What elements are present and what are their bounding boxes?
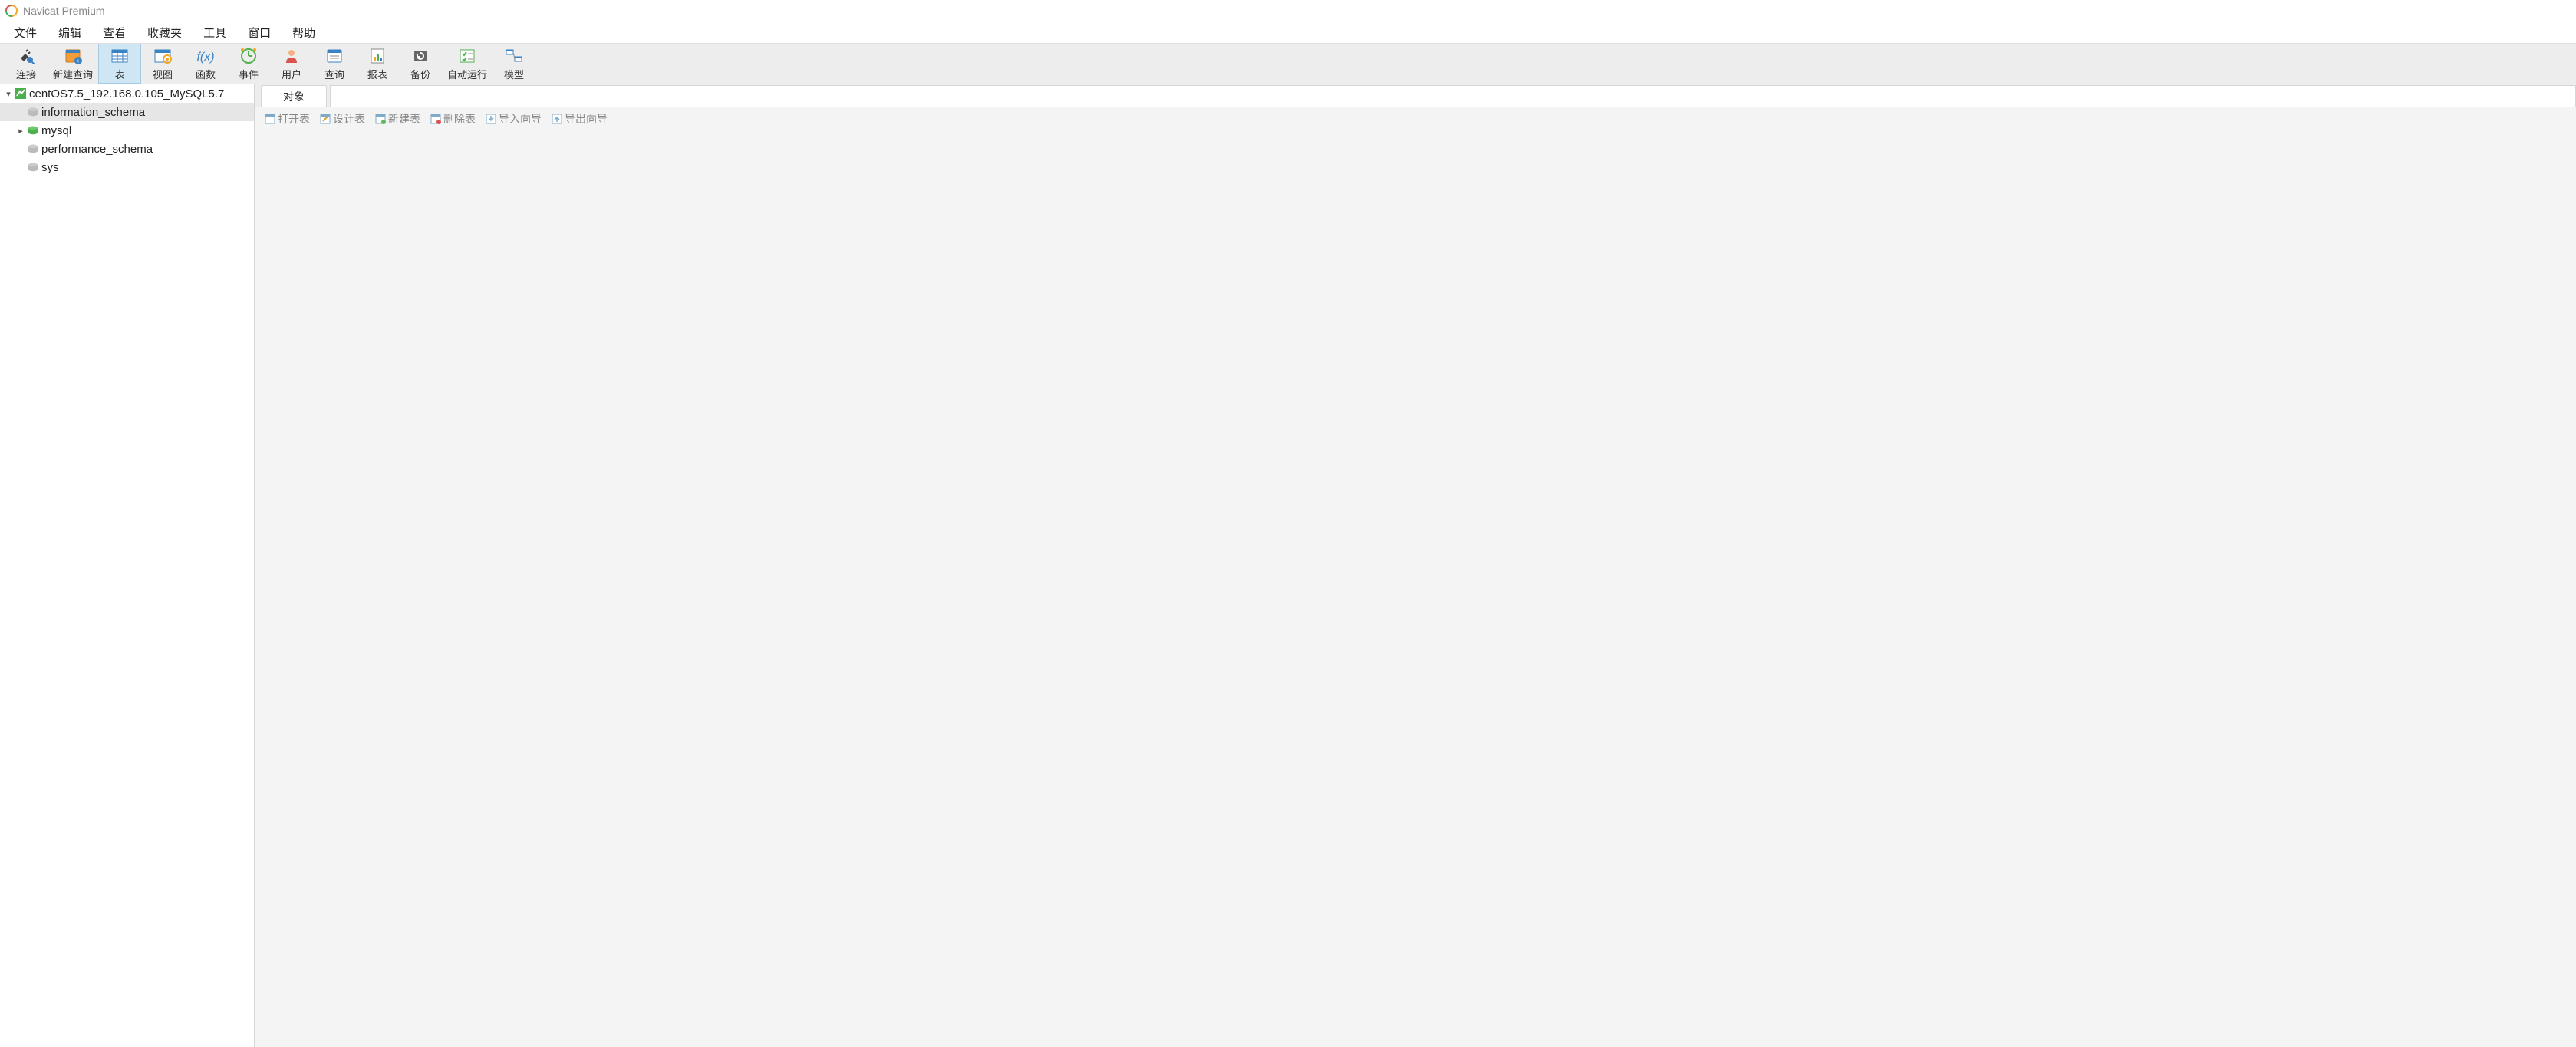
user-icon: [282, 46, 301, 65]
chevron-right-icon[interactable]: ▸: [15, 126, 26, 136]
delete-table-label: 删除表: [443, 111, 476, 127]
svg-text:+: +: [77, 58, 81, 64]
menu-bar: 文件 编辑 查看 收藏夹 工具 窗口 帮助: [0, 21, 2576, 43]
toolbar-report-label: 报表: [367, 67, 387, 81]
toolbar-event-label: 事件: [239, 67, 259, 81]
toolbar-newquery-label: 新建查询: [53, 67, 93, 81]
toolbar-user-button[interactable]: 用户: [270, 44, 313, 84]
delete-table-icon: [430, 113, 442, 125]
toolbar-connect-button[interactable]: 连接: [5, 44, 48, 84]
plug-icon: [16, 46, 36, 65]
app-title: Navicat Premium: [23, 5, 105, 17]
menu-edit[interactable]: 编辑: [48, 22, 92, 43]
connection-tree[interactable]: ▾ centOS7.5_192.168.0.105_MySQL5.7 infor…: [0, 84, 255, 1047]
toolbar-view-label: 视图: [153, 67, 173, 81]
design-table-label: 设计表: [333, 111, 365, 127]
toolbar-backup-label: 备份: [410, 67, 430, 81]
menu-file[interactable]: 文件: [3, 22, 48, 43]
toolbar-autorun-label: 自动运行: [447, 67, 487, 81]
menu-tools[interactable]: 工具: [193, 22, 237, 43]
tab-objects[interactable]: 对象: [261, 85, 327, 107]
tree-db-information-schema[interactable]: information_schema: [0, 103, 254, 121]
object-list-area[interactable]: [255, 130, 2576, 1047]
design-table-icon: [319, 113, 331, 125]
tree-db-mysql[interactable]: ▸ mysql: [0, 121, 254, 140]
database-icon: [26, 163, 40, 172]
export-icon: [551, 113, 563, 125]
new-table-label: 新建表: [388, 111, 420, 127]
toolbar-table-label: 表: [115, 67, 125, 81]
title-bar: Navicat Premium: [0, 0, 2576, 21]
tree-db-label: sys: [41, 161, 59, 174]
tab-filler: [330, 85, 2576, 107]
autorun-icon: [457, 46, 477, 65]
toolbar-table-button[interactable]: 表: [98, 44, 141, 84]
database-icon: [26, 107, 40, 117]
export-wizard-button[interactable]: 导出向导: [548, 110, 611, 128]
toolbar-event-button[interactable]: 事件: [227, 44, 270, 84]
tree-connection-node[interactable]: ▾ centOS7.5_192.168.0.105_MySQL5.7: [0, 84, 254, 103]
tree-connection-label: centOS7.5_192.168.0.105_MySQL5.7: [29, 87, 224, 100]
object-toolbar: 打开表 设计表 新建表 删除表 导入向导 导出向导: [255, 107, 2576, 130]
menu-help[interactable]: 帮助: [282, 22, 326, 43]
toolbar-model-button[interactable]: 模型: [492, 44, 535, 84]
toolbar-query-label: 查询: [324, 67, 344, 81]
toolbar-backup-button[interactable]: 备份: [399, 44, 442, 84]
toolbar-newquery-button[interactable]: + 新建查询: [48, 44, 98, 84]
delete-table-button[interactable]: 删除表: [427, 110, 479, 128]
menu-favorites[interactable]: 收藏夹: [137, 22, 193, 43]
query-icon: [324, 46, 344, 65]
export-wizard-label: 导出向导: [565, 111, 608, 127]
open-table-button[interactable]: 打开表: [261, 110, 313, 128]
new-table-button[interactable]: 新建表: [371, 110, 423, 128]
toolbar-user-label: 用户: [282, 67, 301, 81]
tree-db-label: performance_schema: [41, 143, 153, 156]
function-icon: f(x): [196, 46, 216, 65]
tree-db-label: mysql: [41, 124, 71, 137]
newquery-icon: +: [63, 46, 83, 65]
main-toolbar: 连接 + 新建查询 表: [0, 43, 2576, 84]
toolbar-report-button[interactable]: 报表: [356, 44, 399, 84]
clock-icon: [239, 46, 259, 65]
connection-icon: [14, 87, 28, 100]
toolbar-query-button[interactable]: 查询: [313, 44, 356, 84]
toolbar-view-button[interactable]: 视图: [141, 44, 184, 84]
content-pane: 对象 打开表 设计表 新建表 删除表 导入向导: [255, 84, 2576, 1047]
toolbar-function-label: 函数: [196, 67, 216, 81]
new-table-icon: [374, 113, 387, 125]
menu-view[interactable]: 查看: [92, 22, 137, 43]
model-icon: [504, 46, 524, 65]
open-table-icon: [264, 113, 276, 125]
toolbar-connect-label: 连接: [16, 67, 36, 81]
tree-db-sys[interactable]: sys: [0, 158, 254, 176]
tree-db-performance-schema[interactable]: performance_schema: [0, 140, 254, 158]
design-table-button[interactable]: 设计表: [316, 110, 368, 128]
menu-window[interactable]: 窗口: [237, 22, 282, 43]
import-wizard-button[interactable]: 导入向导: [482, 110, 545, 128]
toolbar-model-label: 模型: [504, 67, 524, 81]
app-icon: [5, 4, 18, 18]
report-icon: [367, 46, 387, 65]
svg-text:f(x): f(x): [196, 51, 214, 64]
backup-icon: [410, 46, 430, 65]
main-area: ▾ centOS7.5_192.168.0.105_MySQL5.7 infor…: [0, 84, 2576, 1047]
content-tab-strip: 对象: [255, 84, 2576, 107]
database-icon: [26, 126, 40, 135]
chevron-down-icon[interactable]: ▾: [3, 89, 14, 99]
toolbar-function-button[interactable]: f(x) 函数: [184, 44, 227, 84]
import-wizard-label: 导入向导: [499, 111, 542, 127]
database-icon: [26, 144, 40, 153]
open-table-label: 打开表: [278, 111, 310, 127]
view-icon: [153, 46, 173, 65]
tree-db-label: information_schema: [41, 106, 145, 119]
table-icon: [110, 46, 130, 65]
toolbar-autorun-button[interactable]: 自动运行: [442, 44, 492, 84]
import-icon: [485, 113, 497, 125]
